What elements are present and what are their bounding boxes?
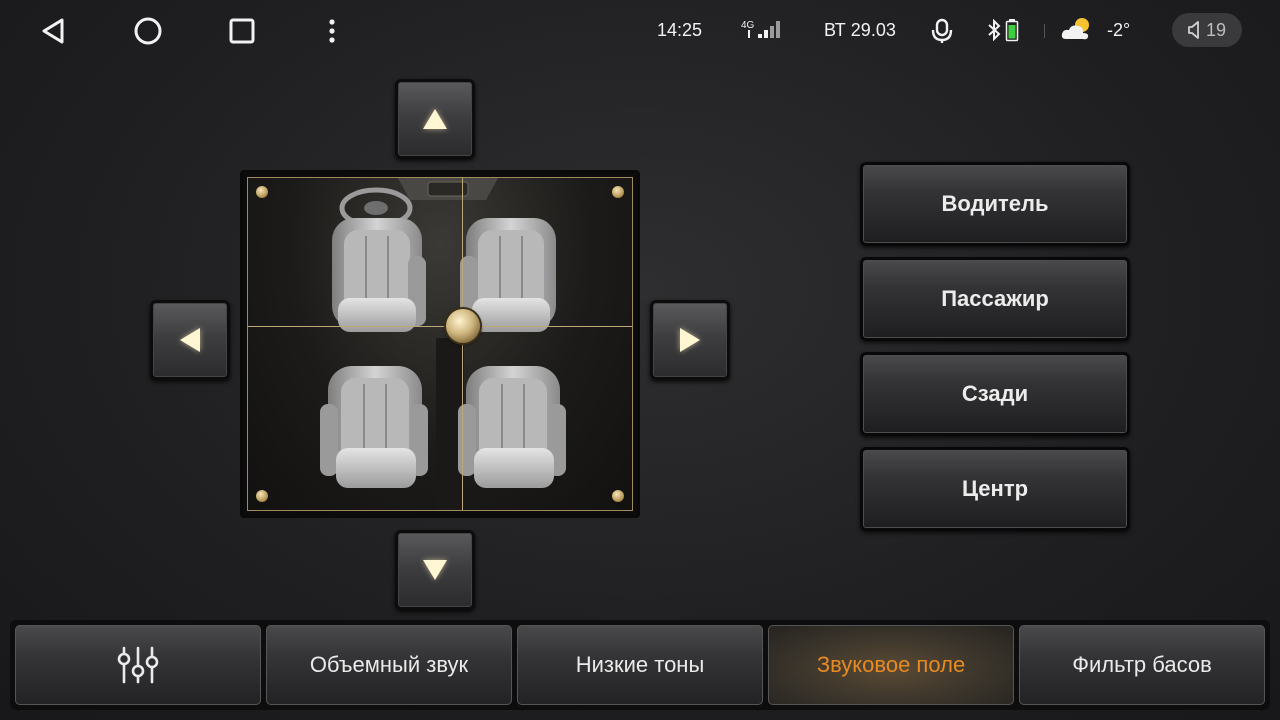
- tab-bass[interactable]: Низкие тоны: [517, 625, 763, 705]
- sound-field-area[interactable]: [247, 177, 633, 511]
- passenger-button[interactable]: Пассажир: [860, 257, 1130, 341]
- left-arrow-icon: [180, 328, 200, 352]
- temperature: -2°: [1107, 20, 1131, 40]
- horizontal-guide-line: [248, 326, 632, 327]
- weather-icon: [1060, 15, 1094, 43]
- rear-button[interactable]: Сзади: [860, 352, 1130, 436]
- tab-equalizer[interactable]: [15, 625, 261, 705]
- network-label: 4G: [741, 20, 755, 31]
- corner-screw-icon: [256, 490, 268, 502]
- left-arrow-button[interactable]: [150, 300, 230, 380]
- center-button[interactable]: Центр: [860, 447, 1130, 531]
- date: ВТ 29.03: [824, 20, 896, 40]
- bluetooth-icon: [987, 19, 1001, 41]
- corner-screw-icon: [256, 186, 268, 198]
- corner-screw-icon: [612, 490, 624, 502]
- sound-field-panel[interactable]: [240, 170, 640, 518]
- equalizer-icon: [117, 646, 159, 684]
- down-arrow-button[interactable]: [395, 530, 475, 610]
- battery-icon: [1005, 18, 1019, 42]
- home-icon[interactable]: [131, 14, 165, 48]
- driver-button[interactable]: Водитель: [860, 162, 1130, 246]
- clock: 14:25: [657, 20, 703, 40]
- tab-surround[interactable]: Объемный звук: [266, 625, 512, 705]
- right-arrow-icon: [680, 328, 700, 352]
- back-icon[interactable]: [36, 14, 70, 48]
- status-bar: 14:25 4G ВТ 29.03 -2° 19: [0, 0, 1280, 62]
- right-arrow-button[interactable]: [650, 300, 730, 380]
- tab-sound-field[interactable]: Звуковое поле: [768, 625, 1014, 705]
- more-icon[interactable]: [315, 14, 349, 48]
- car-interior-illustration: [320, 178, 566, 510]
- microphone-icon[interactable]: [930, 18, 954, 44]
- signal-icon: 4G: [740, 17, 788, 41]
- up-arrow-icon: [423, 109, 447, 129]
- balance-knob[interactable]: [446, 309, 480, 343]
- corner-screw-icon: [612, 186, 624, 198]
- divider: [1044, 24, 1045, 38]
- down-arrow-icon: [423, 560, 447, 580]
- tab-bass-filter[interactable]: Фильтр басов: [1019, 625, 1265, 705]
- volume-icon: [1188, 21, 1199, 39]
- volume-pill[interactable]: 19: [1172, 13, 1242, 47]
- volume-level: 19: [1205, 19, 1227, 40]
- vertical-guide-line: [462, 178, 463, 510]
- up-arrow-button[interactable]: [395, 79, 475, 159]
- recents-icon[interactable]: [225, 14, 259, 48]
